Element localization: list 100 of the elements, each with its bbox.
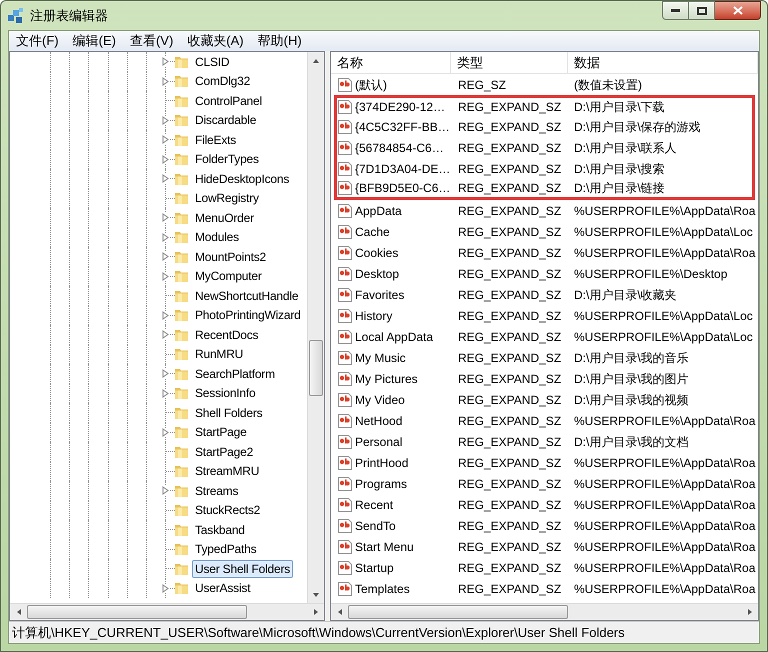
tree-item[interactable]: SessionInfo — [192, 384, 259, 402]
tree-item[interactable]: PhotoPrintingWizard — [192, 306, 304, 324]
tree-item[interactable]: FileExts — [192, 130, 240, 149]
value-name[interactable]: {BFB9D5E0-C6… — [355, 179, 450, 197]
value-name[interactable]: Templates — [355, 580, 410, 598]
scroll-down-arrow-icon[interactable] — [312, 590, 320, 598]
value-name[interactable]: PrintHood — [355, 454, 408, 472]
tree-item[interactable]: Taskband — [192, 520, 248, 539]
tree-item[interactable]: StartPage2 — [192, 442, 256, 461]
expand-arrow-icon[interactable] — [162, 369, 169, 378]
menu-item[interactable]: 查看(V) — [122, 31, 180, 51]
menu-item[interactable]: 帮助(H) — [250, 31, 309, 51]
value-name[interactable]: My Music — [355, 348, 406, 366]
value-name[interactable]: My Video — [355, 390, 405, 408]
tree-item[interactable]: StuckRects2 — [192, 501, 264, 520]
value-name[interactable]: History — [355, 306, 392, 324]
expand-arrow-icon[interactable] — [162, 57, 169, 66]
expand-arrow-icon[interactable] — [162, 232, 169, 242]
value-name[interactable]: SendTo — [355, 516, 396, 534]
scroll-up-arrow-icon[interactable] — [312, 56, 320, 64]
tree-item[interactable]: NewShortcutHandle — [192, 286, 302, 305]
expand-arrow-icon[interactable] — [162, 272, 169, 280]
tree-item[interactable]: User Shell Folders — [192, 560, 294, 578]
value-data: (数值未设置) — [573, 76, 642, 94]
column-header[interactable]: 类型 — [451, 52, 568, 73]
tree-item[interactable]: TypedPaths — [192, 540, 260, 558]
tree-item[interactable]: ControlPanel — [192, 92, 265, 110]
value-type: REG_EXPAND_SZ — [457, 538, 562, 556]
tree-item[interactable]: LowRegistry — [192, 189, 262, 208]
value-name[interactable]: Start Menu — [355, 538, 414, 556]
tree-item[interactable]: Shell Folders — [192, 404, 266, 422]
value-name[interactable]: Favorites — [355, 286, 404, 304]
value-name[interactable]: Desktop — [355, 264, 400, 282]
tree-item[interactable]: SearchPlatform — [192, 364, 278, 383]
tree-item[interactable]: ComDlg32 — [192, 72, 254, 90]
expand-arrow-icon[interactable] — [162, 388, 169, 398]
value-name[interactable]: Recent — [355, 496, 394, 514]
scrollbar-thumb[interactable] — [348, 605, 568, 619]
tree-item[interactable]: Streams — [192, 482, 242, 500]
tree-item[interactable]: Discardable — [192, 111, 260, 130]
expand-arrow-icon[interactable] — [162, 135, 169, 144]
tree-item[interactable]: HideDesktopIcons — [192, 170, 292, 188]
expand-arrow-icon[interactable] — [162, 116, 169, 124]
tree-item[interactable]: StreamMRU — [192, 462, 262, 480]
value-name[interactable]: {4C5C32FF-BB… — [355, 118, 450, 136]
value-type: REG_EXPAND_SZ — [457, 160, 562, 178]
tree-item[interactable]: StartPage — [192, 423, 250, 442]
close-button[interactable] — [715, 1, 761, 20]
menu-item[interactable]: 编辑(E) — [66, 31, 123, 51]
tree-item[interactable]: CLSID — [192, 52, 232, 71]
maximize-button[interactable] — [689, 1, 715, 20]
expand-arrow-icon[interactable] — [162, 76, 169, 86]
value-name[interactable]: {56784854-C6… — [355, 138, 444, 156]
value-name[interactable]: {374DE290-12… — [355, 98, 446, 116]
value-type: REG_EXPAND_SZ — [457, 99, 562, 116]
expand-arrow-icon[interactable] — [162, 154, 169, 164]
value-name[interactable]: Startup — [355, 558, 394, 576]
expand-arrow-icon[interactable] — [162, 428, 169, 436]
scroll-right-arrow-icon[interactable] — [312, 608, 320, 616]
tree-item[interactable]: RunMRU — [192, 345, 246, 364]
folder-icon — [174, 73, 190, 90]
scroll-left-arrow-icon[interactable] — [14, 608, 22, 616]
menu-item[interactable]: 文件(F) — [9, 31, 66, 51]
value-name[interactable]: (默认) — [355, 76, 387, 94]
tree-item[interactable]: MountPoints2 — [192, 248, 269, 266]
string-value-icon — [337, 180, 353, 196]
value-name[interactable]: Programs — [355, 474, 408, 492]
expand-arrow-icon[interactable] — [162, 486, 169, 495]
tree-item[interactable]: MyComputer — [192, 267, 265, 286]
tree-item[interactable]: RecentDocs — [192, 326, 262, 344]
value-name[interactable]: Personal — [355, 432, 402, 450]
column-header[interactable]: 名称 — [331, 52, 451, 73]
scroll-left-arrow-icon[interactable] — [336, 608, 344, 616]
menu-item[interactable]: 收藏夹(A) — [180, 31, 251, 51]
horizontal-scrollbar[interactable] — [10, 603, 324, 620]
expand-arrow-icon[interactable] — [162, 252, 169, 261]
expand-arrow-icon[interactable] — [162, 174, 169, 183]
value-name[interactable]: {7D1D3A04-DE… — [355, 160, 450, 178]
string-value-icon — [337, 140, 353, 156]
expand-arrow-icon[interactable] — [162, 213, 169, 222]
expand-arrow-icon[interactable] — [162, 310, 169, 320]
value-name[interactable]: Cookies — [355, 244, 398, 262]
vertical-scrollbar[interactable] — [307, 52, 324, 603]
scrollbar-thumb[interactable] — [27, 605, 247, 619]
value-name[interactable]: My Pictures — [355, 370, 418, 388]
expand-arrow-icon[interactable] — [162, 584, 169, 592]
horizontal-scrollbar[interactable] — [331, 603, 758, 620]
scroll-right-arrow-icon[interactable] — [746, 608, 754, 616]
value-name[interactable]: NetHood — [355, 412, 402, 430]
value-name[interactable]: AppData — [355, 202, 402, 220]
tree-item[interactable]: UserAssist — [192, 579, 254, 598]
expand-arrow-icon[interactable] — [162, 330, 169, 339]
value-name[interactable]: Local AppData — [355, 328, 434, 346]
minimize-button[interactable] — [662, 1, 689, 20]
value-name[interactable]: Cache — [355, 222, 390, 240]
tree-item[interactable]: MenuOrder — [192, 208, 257, 227]
column-header[interactable]: 数据 — [568, 52, 758, 73]
tree-item[interactable]: Modules — [192, 228, 242, 246]
scrollbar-thumb[interactable] — [309, 340, 323, 396]
tree-item[interactable]: FolderTypes — [192, 150, 262, 168]
